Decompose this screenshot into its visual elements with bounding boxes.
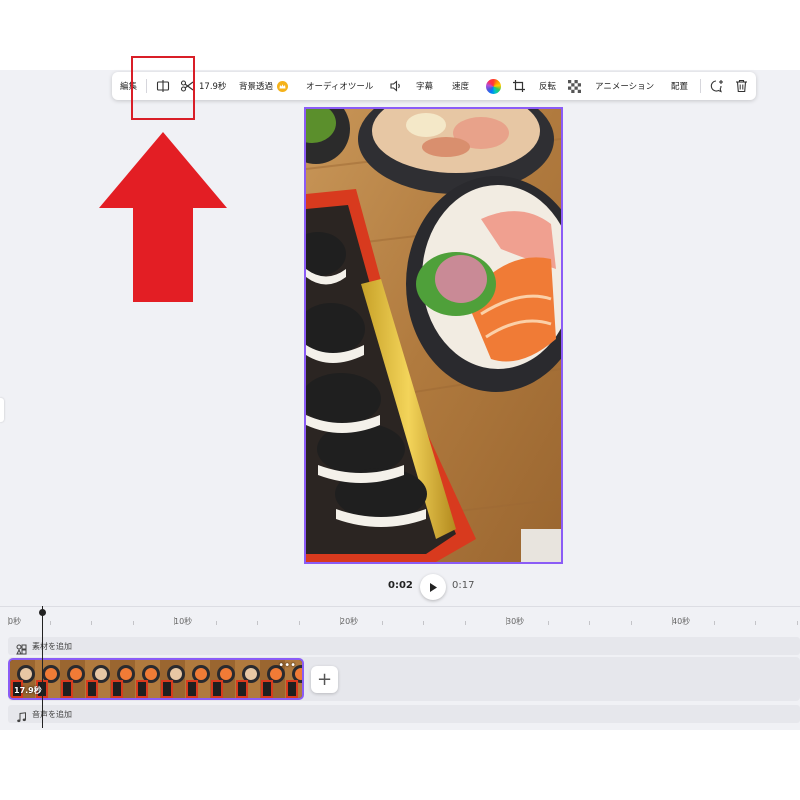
flip-button[interactable]: 反転	[539, 72, 556, 100]
ruler-tick	[257, 621, 258, 625]
context-toolbar: 編集 17.9秒 背景透過 オーディオツール 字幕 速度 反転 アニメーション …	[112, 72, 756, 100]
transparency-button[interactable]	[568, 72, 581, 100]
add-clip-button[interactable]: +	[311, 666, 338, 693]
flip-label: 反転	[539, 82, 557, 92]
color-wheel-icon	[486, 78, 501, 94]
position-button[interactable]: 配置	[671, 72, 688, 100]
clip-thumbnail	[135, 660, 160, 698]
tick-label: 0秒	[8, 617, 22, 626]
tick-label: 20秒	[340, 617, 359, 626]
total-time: 0:17	[452, 580, 475, 591]
ruler-tick	[340, 617, 341, 625]
playback-controls: 0:02 0:17	[0, 574, 800, 600]
ruler-tick	[672, 617, 673, 625]
video-clip[interactable]: 17.9秒 •••	[8, 658, 304, 700]
tick-label: 30秒	[506, 617, 525, 626]
food-video-frame-image	[306, 109, 561, 562]
video-editor: 編集 17.9秒 背景透過 オーディオツール 字幕 速度 反転 アニメーション …	[0, 0, 800, 800]
volume-button[interactable]	[389, 72, 403, 100]
ruler-tick	[464, 621, 466, 625]
current-time: 0:02	[388, 580, 413, 591]
ruler-tick	[796, 621, 798, 625]
add-elements-track[interactable]: 素材を追加	[8, 637, 800, 655]
captions-button[interactable]: 字幕	[416, 72, 433, 100]
toolbar-divider	[700, 79, 701, 93]
tick-label: 10秒	[174, 617, 193, 626]
crop-button[interactable]	[512, 72, 526, 100]
bg-remove-label: 背景透過	[239, 82, 274, 92]
clip-thumbnails	[10, 660, 302, 698]
ruler-tick	[8, 617, 9, 625]
audio-tools-button[interactable]: オーディオツール	[306, 72, 373, 100]
panel-collapse-handle[interactable]	[0, 398, 4, 422]
captions-label: 字幕	[416, 82, 434, 92]
clip-thumbnail	[60, 660, 85, 698]
speed-label: 速度	[452, 82, 470, 92]
video-preview[interactable]	[304, 107, 563, 564]
play-button[interactable]	[420, 574, 446, 600]
play-icon	[428, 582, 438, 593]
ruler-tick	[630, 621, 632, 625]
music-note-icon	[16, 708, 27, 727]
clip-thumbnail	[210, 660, 235, 698]
delete-button[interactable]	[735, 72, 748, 100]
clip-more-options[interactable]: •••	[278, 660, 296, 671]
crop-icon	[512, 79, 526, 93]
ruler-tick	[91, 621, 92, 625]
ruler-tick	[49, 621, 51, 625]
trash-icon	[735, 79, 748, 93]
add-audio-track[interactable]: 音声を追加	[8, 705, 800, 723]
ruler-tick	[547, 621, 549, 625]
audio-tools-label: オーディオツール	[306, 82, 374, 92]
duration-button[interactable]: 17.9秒	[199, 72, 226, 100]
comment-button[interactable]	[709, 72, 724, 100]
ruler-tick	[589, 621, 590, 625]
ruler-tick	[174, 617, 175, 625]
duration-label: 17.9秒	[199, 82, 227, 92]
clip-thumbnail	[235, 660, 260, 698]
animation-button[interactable]: アニメーション	[595, 72, 654, 100]
ruler-tick	[713, 621, 715, 625]
ruler-tick	[298, 621, 300, 625]
clip-thumbnail	[160, 660, 185, 698]
ruler-tick	[755, 621, 756, 625]
position-label: 配置	[671, 82, 689, 92]
playhead-handle[interactable]	[39, 609, 46, 616]
ruler-tick	[423, 621, 424, 625]
crown-icon	[277, 80, 289, 92]
ruler-tick	[381, 621, 383, 625]
ruler-tick	[215, 621, 217, 625]
clip-thumbnail	[85, 660, 110, 698]
clip-thumbnail	[110, 660, 135, 698]
volume-icon	[389, 79, 403, 93]
ruler-tick	[132, 621, 134, 625]
clip-duration: 17.9秒	[14, 686, 42, 695]
ruler-tick	[506, 617, 507, 625]
comment-add-icon	[709, 79, 724, 94]
animation-label: アニメーション	[595, 82, 655, 92]
clip-thumbnail	[185, 660, 210, 698]
transparency-icon	[568, 79, 581, 93]
tick-label: 40秒	[672, 617, 691, 626]
speed-button[interactable]: 速度	[452, 72, 469, 100]
add-elements-label: 素材を追加	[32, 642, 72, 651]
up-arrow-annotation	[99, 132, 227, 302]
playhead[interactable]	[42, 606, 43, 728]
color-button[interactable]	[486, 72, 501, 100]
annotation-highlight-box	[131, 56, 195, 120]
bg-remove-button[interactable]: 背景透過	[239, 72, 289, 100]
add-audio-label: 音声を追加	[32, 710, 72, 719]
